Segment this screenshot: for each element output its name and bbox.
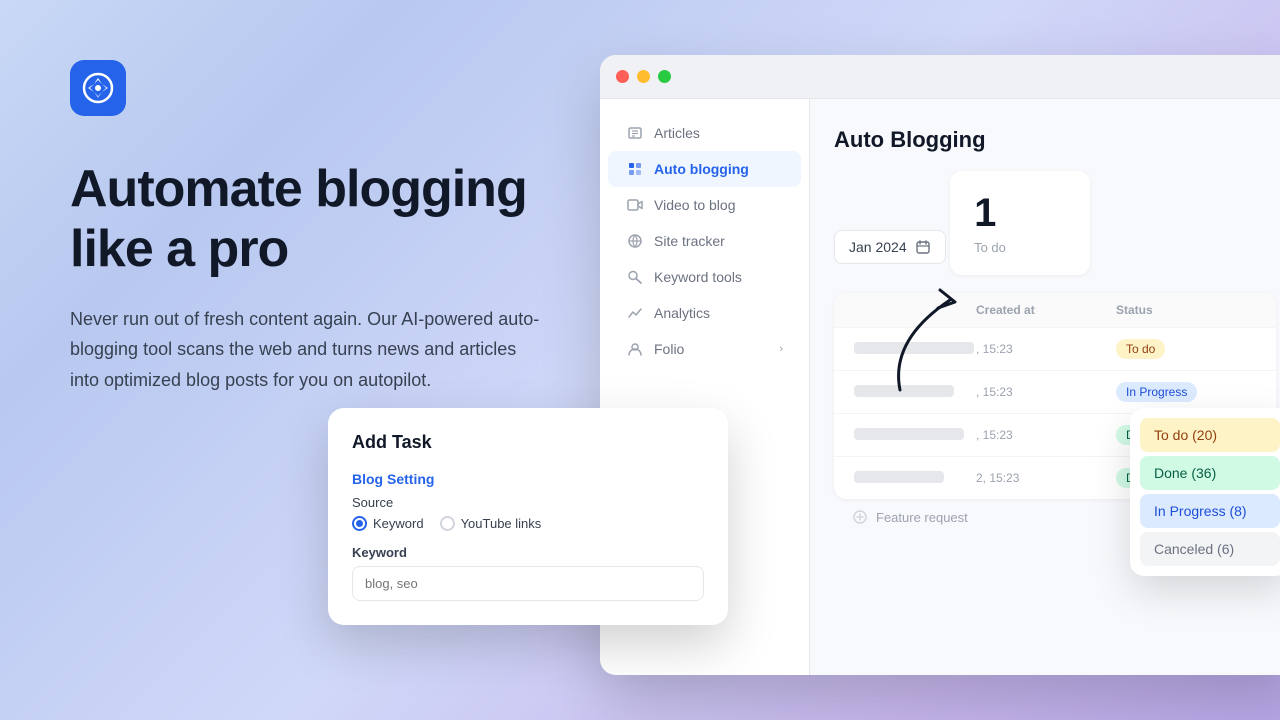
sidebar-item-video-to-blog[interactable]: Video to blog <box>608 187 801 223</box>
auto-blogging-icon <box>626 160 644 178</box>
created-at-1: , 15:23 <box>976 342 1116 356</box>
sidebar-item-site-tracker[interactable]: Site tracker <box>608 223 801 259</box>
keyword-input[interactable] <box>352 566 704 601</box>
date-picker[interactable]: Jan 2024 <box>834 230 946 264</box>
sidebar-item-folio[interactable]: Folio › <box>608 331 801 367</box>
created-at-header: Created at <box>976 303 1116 317</box>
sidebar-item-articles[interactable]: Articles <box>608 115 801 151</box>
radio-keyword-circle[interactable] <box>352 516 367 531</box>
site-tracker-label: Site tracker <box>654 233 783 249</box>
logo-icon <box>70 60 126 116</box>
main-subtext: Never run out of fresh content again. Ou… <box>70 304 550 396</box>
folio-arrow-icon: › <box>779 343 783 355</box>
dropdown-item-todo[interactable]: To do (20) <box>1140 418 1280 452</box>
popup-title: Add Task <box>352 432 704 453</box>
status-dropdown: To do (20) Done (36) In Progress (8) Can… <box>1130 408 1280 576</box>
calendar-icon <box>915 239 931 255</box>
created-at-4: 2, 15:23 <box>976 471 1116 485</box>
date-value: Jan 2024 <box>849 239 907 255</box>
radio-youtube-label: YouTube links <box>461 516 542 531</box>
status-badge-inprogress: In Progress <box>1116 382 1197 402</box>
minimize-button[interactable] <box>637 70 650 83</box>
browser-titlebar <box>600 55 1280 99</box>
table-header: Created at Status <box>834 293 1276 328</box>
table-row[interactable]: , 15:23 To do <box>834 328 1276 371</box>
stat-card: 1 To do <box>950 171 1090 275</box>
add-task-popup: Add Task Blog Setting Source Keyword You… <box>328 408 728 625</box>
site-tracker-icon <box>626 232 644 250</box>
radio-youtube[interactable]: YouTube links <box>440 516 542 531</box>
stat-label: To do <box>974 240 1066 255</box>
articles-icon <box>626 124 644 142</box>
status-badge-todo: To do <box>1116 339 1165 359</box>
radio-youtube-circle[interactable] <box>440 516 455 531</box>
main-headline: Automate blogging like a pro <box>70 160 570 280</box>
dropdown-item-cancelled[interactable]: Canceled (6) <box>1140 532 1280 566</box>
radio-keyword-label: Keyword <box>373 516 424 531</box>
logo-container <box>70 60 570 116</box>
analytics-icon <box>626 304 644 322</box>
feature-icon <box>852 509 868 525</box>
sidebar-item-analytics[interactable]: Analytics <box>608 295 801 331</box>
articles-label: Articles <box>654 125 783 141</box>
feature-request-label: Feature request <box>876 510 968 525</box>
maximize-button[interactable] <box>658 70 671 83</box>
analytics-label: Analytics <box>654 305 783 321</box>
folio-label: Folio <box>654 341 769 357</box>
source-row: Keyword YouTube links <box>352 516 704 531</box>
close-button[interactable] <box>616 70 629 83</box>
sidebar-item-auto-blogging[interactable]: Auto blogging <box>608 151 801 187</box>
main-content: Auto Blogging Jan 2024 1 To do Created a… <box>810 99 1280 675</box>
keyword-field-label: Keyword <box>352 545 704 560</box>
dropdown-item-done[interactable]: Done (36) <box>1140 456 1280 490</box>
created-at-2: , 15:23 <box>976 385 1116 399</box>
auto-blogging-label: Auto blogging <box>654 161 783 177</box>
keyword-tools-label: Keyword tools <box>654 269 783 285</box>
folio-icon <box>626 340 644 358</box>
keyword-tools-icon <box>626 268 644 286</box>
status-header: Status <box>1116 303 1216 317</box>
video-icon <box>626 196 644 214</box>
blog-setting-label: Blog Setting <box>352 471 704 487</box>
page-title: Auto Blogging <box>834 127 1276 153</box>
source-label: Source <box>352 495 704 510</box>
radio-keyword[interactable]: Keyword <box>352 516 424 531</box>
created-at-3: , 15:23 <box>976 428 1116 442</box>
dropdown-item-inprogress[interactable]: In Progress (8) <box>1140 494 1280 528</box>
video-to-blog-label: Video to blog <box>654 197 783 213</box>
sidebar-item-keyword-tools[interactable]: Keyword tools <box>608 259 801 295</box>
stat-number: 1 <box>974 191 1066 236</box>
